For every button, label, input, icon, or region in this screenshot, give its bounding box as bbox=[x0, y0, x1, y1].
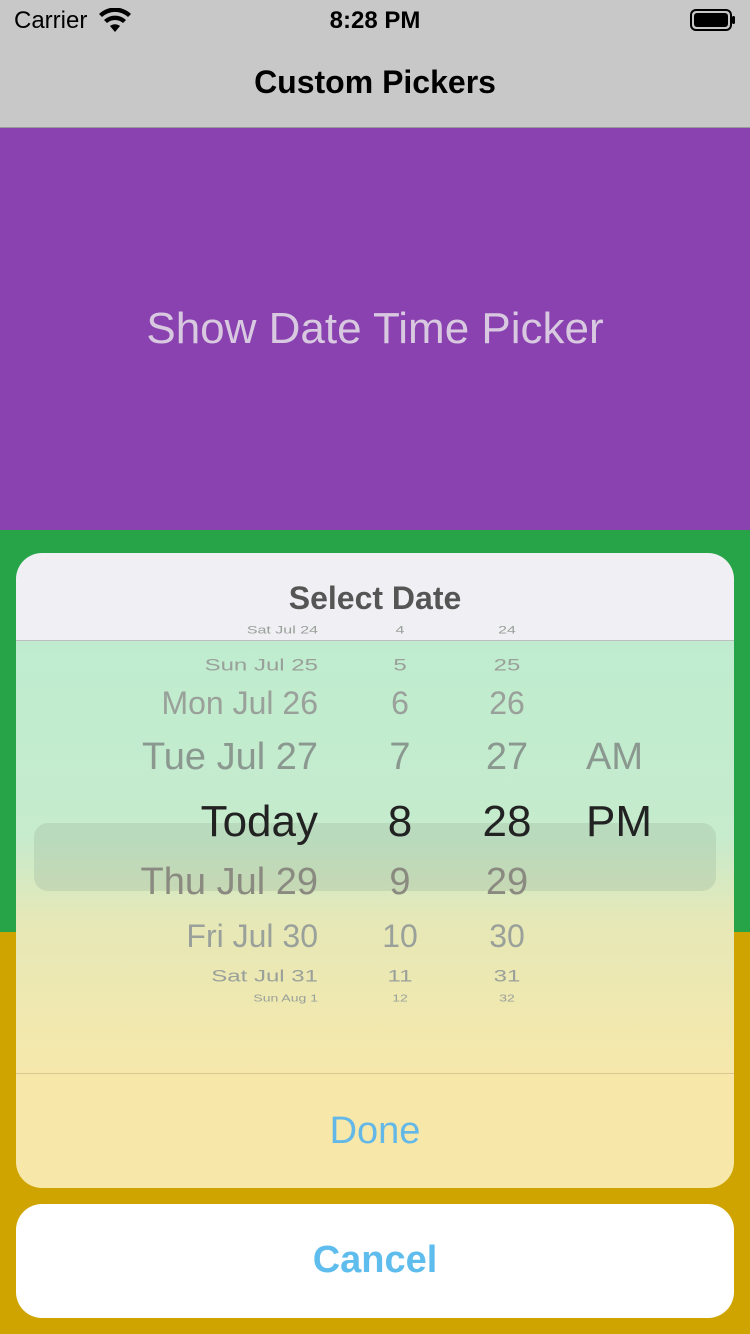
picker-hour-cell: 5 bbox=[393, 655, 407, 675]
picker-hour-cell: 7 bbox=[389, 736, 411, 778]
picker-hour-cell: 10 bbox=[382, 918, 418, 954]
page-title: Custom Pickers bbox=[254, 64, 496, 100]
picker-row-selected[interactable]: Today 8 28 PM bbox=[16, 797, 734, 849]
done-button[interactable]: Done bbox=[16, 1073, 734, 1188]
picker-minute-cell: 28 bbox=[482, 797, 532, 846]
picker-row[interactable]: Sun Aug 1 12 32 bbox=[16, 992, 734, 1007]
cancel-button[interactable]: Cancel bbox=[16, 1204, 734, 1318]
picker-hour-cell: 9 bbox=[389, 861, 411, 903]
picker-row[interactable]: Sun Jul 25 5 25 bbox=[16, 656, 734, 678]
date-time-picker[interactable]: Sat Jul 24 4 24 Sun Jul 25 5 25 Mon Jul 26 6 26 T… bbox=[16, 625, 734, 1073]
picker-hour-cell: 11 bbox=[387, 966, 413, 986]
picker-date-cell: Sat Jul 31 bbox=[211, 966, 318, 986]
picker-minute-cell: 25 bbox=[493, 655, 521, 675]
picker-minute-cell: 26 bbox=[489, 685, 525, 721]
date-picker-sheet: Select Date Sat Jul 24 4 24 Sun Jul 25 5 25 Mo… bbox=[16, 553, 734, 1188]
picker-hour-cell: 6 bbox=[391, 685, 409, 721]
picker-date-cell: Sun Jul 25 bbox=[204, 655, 318, 675]
picker-date-cell: Tue Jul 27 bbox=[141, 736, 318, 778]
picker-ampm-cell: PM bbox=[586, 797, 652, 846]
status-bar: Carrier 8:28 PM bbox=[0, 0, 750, 40]
picker-date-cell: Sun Aug 1 bbox=[253, 992, 318, 1004]
picker-row[interactable]: Sat Jul 24 4 24 bbox=[16, 625, 734, 642]
picker-row[interactable]: Thu Jul 29 9 29 bbox=[16, 861, 734, 907]
cancel-button-label: Cancel bbox=[312, 1239, 438, 1281]
picker-ampm-cell: AM bbox=[586, 736, 643, 778]
picker-minute-cell: 30 bbox=[489, 918, 525, 954]
picker-row[interactable]: Sat Jul 31 11 31 bbox=[16, 967, 734, 989]
sheet-title: Select Date bbox=[288, 580, 462, 616]
picker-minute-cell: 24 bbox=[498, 624, 516, 637]
done-button-label: Done bbox=[329, 1110, 421, 1152]
picker-date-cell: Thu Jul 29 bbox=[140, 861, 318, 903]
picker-date-cell: Sat Jul 24 bbox=[246, 624, 318, 637]
picker-hour-cell: 4 bbox=[395, 624, 405, 637]
picker-hour-cell: 8 bbox=[387, 797, 413, 846]
picker-row[interactable]: Mon Jul 26 6 26 bbox=[16, 685, 734, 725]
picker-date-cell: Today bbox=[200, 797, 318, 846]
picker-minute-cell: 32 bbox=[499, 992, 515, 1004]
picker-minute-cell: 31 bbox=[493, 966, 521, 986]
show-date-time-picker-button[interactable]: Show Date Time Picker bbox=[0, 304, 750, 354]
battery-icon bbox=[690, 9, 735, 31]
picker-row[interactable]: Tue Jul 27 7 27 AM bbox=[16, 736, 734, 782]
picker-date-cell: Mon Jul 26 bbox=[161, 685, 318, 721]
picker-row[interactable]: Fri Jul 30 10 30 bbox=[16, 918, 734, 958]
show-picker-area[interactable]: Show Date Time Picker bbox=[0, 128, 750, 530]
picker-hour-cell: 12 bbox=[392, 992, 408, 1004]
picker-minute-cell: 29 bbox=[485, 861, 529, 903]
clock-time: 8:28 PM bbox=[329, 7, 421, 34]
picker-minute-cell: 27 bbox=[485, 736, 529, 778]
picker-date-cell: Fri Jul 30 bbox=[186, 918, 318, 954]
navigation-bar: Custom Pickers bbox=[0, 40, 750, 128]
